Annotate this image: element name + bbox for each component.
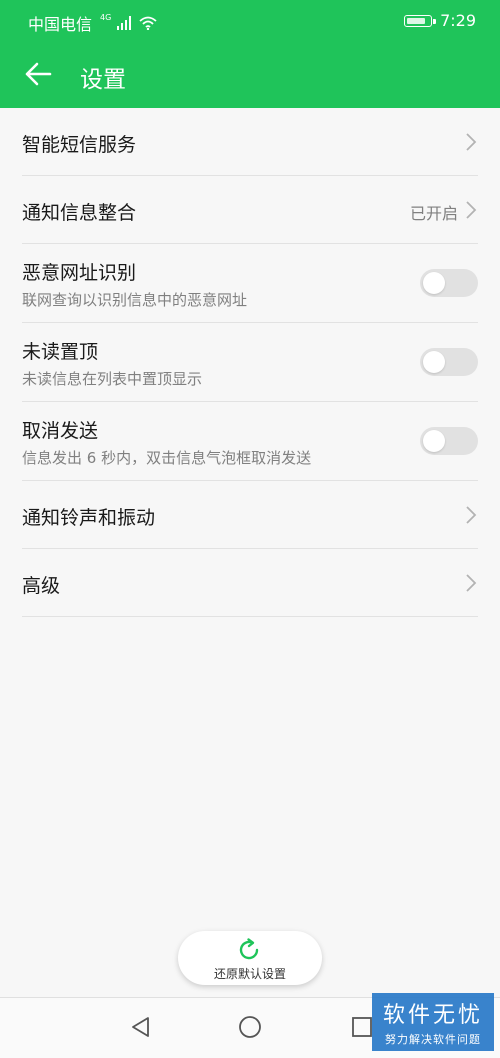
setting-cancel-send: 取消发送 信息发出 6 秒内，双击信息气泡框取消发送 — [22, 402, 478, 481]
status-right: 7:29 — [404, 11, 476, 30]
clock: 7:29 — [440, 11, 476, 30]
setting-subtitle: 信息发出 6 秒内，双击信息气泡框取消发送 — [22, 449, 312, 467]
chevron-right-icon — [466, 133, 477, 151]
setting-malicious-url: 恶意网址识别 联网查询以识别信息中的恶意网址 — [22, 244, 478, 323]
app-header: 设置 — [0, 42, 500, 108]
toggle-knob — [423, 272, 445, 294]
setting-pin-unread: 未读置顶 未读信息在列表中置顶显示 — [22, 323, 478, 402]
setting-subtitle: 未读信息在列表中置顶显示 — [22, 370, 203, 388]
chevron-right-icon — [466, 201, 477, 219]
setting-title: 恶意网址识别 — [22, 262, 137, 284]
malicious-url-toggle[interactable] — [420, 269, 478, 297]
restore-defaults-label: 还原默认设置 — [213, 967, 286, 981]
refresh-icon — [239, 938, 259, 960]
watermark-subtitle: 努力解决软件问题 — [385, 1033, 481, 1046]
chevron-right-icon — [466, 506, 477, 524]
toggle-knob — [423, 430, 445, 452]
recents-square-icon — [352, 1017, 372, 1037]
setting-title: 取消发送 — [22, 420, 99, 442]
setting-value: 已开启 — [409, 204, 458, 223]
signal-icon — [117, 16, 132, 30]
watermark-title: 软件无忧 — [382, 1003, 483, 1028]
setting-title: 未读置顶 — [22, 341, 99, 363]
arrow-left-icon — [25, 62, 52, 86]
top-bar: 中国电信 4G 7:29 设置 — [0, 0, 500, 108]
setting-smart-sms[interactable]: 智能短信服务 — [22, 108, 478, 176]
setting-title: 通知信息整合 — [22, 202, 137, 224]
settings-list: 智能短信服务 通知信息整合 已开启 恶意网址识别 联网查询以识别信息中的恶意网址… — [0, 108, 500, 617]
back-button[interactable] — [18, 54, 58, 94]
restore-defaults-button[interactable]: 还原默认设置 — [178, 931, 322, 985]
back-triangle-icon — [132, 1017, 149, 1037]
nav-home-button[interactable] — [237, 1014, 263, 1040]
battery-level-fill — [407, 17, 425, 24]
toggle-knob — [423, 351, 445, 373]
setting-ringtone[interactable]: 通知铃声和振动 — [22, 481, 478, 549]
nav-back-button[interactable] — [127, 1014, 153, 1040]
pin-unread-toggle[interactable] — [420, 348, 478, 376]
setting-advanced[interactable]: 高级 — [22, 549, 478, 617]
cancel-send-toggle[interactable] — [420, 427, 478, 455]
setting-title: 通知铃声和振动 — [22, 507, 156, 529]
battery-icon — [404, 14, 437, 27]
setting-notify-merge[interactable]: 通知信息整合 已开启 — [22, 176, 478, 244]
setting-title: 智能短信服务 — [22, 134, 137, 156]
carrier-name: 中国电信 — [28, 15, 93, 34]
status-bar: 中国电信 4G 7:29 — [0, 0, 500, 42]
status-left: 中国电信 4G — [28, 11, 157, 35]
chevron-right-icon — [466, 574, 477, 592]
wifi-icon — [139, 16, 157, 30]
home-circle-icon — [239, 1016, 261, 1038]
setting-subtitle: 联网查询以识别信息中的恶意网址 — [22, 291, 248, 309]
network-type: 4G — [100, 12, 112, 22]
page-title: 设置 — [80, 67, 126, 93]
setting-title: 高级 — [22, 575, 61, 597]
watermark-logo: 软件无忧 努力解决软件问题 — [372, 993, 494, 1051]
